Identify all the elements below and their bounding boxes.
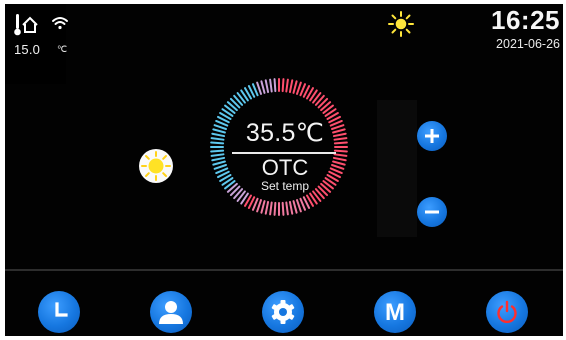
thermostat-screen: 15.0 ℃ 16:25 2021-06-26 35.5℃ OTC Set te… (5, 4, 563, 336)
user-button[interactable] (150, 291, 192, 333)
dial-tick (285, 78, 289, 93)
mode-m-label: M (385, 298, 405, 326)
dial-tick (296, 199, 302, 213)
plus-icon (425, 129, 439, 143)
outdoor-thermometer-icon (14, 14, 21, 36)
sun-mode-icon[interactable] (138, 148, 174, 184)
dial-tick (211, 156, 226, 162)
dial-tick (256, 81, 262, 95)
adjust-panel (377, 100, 417, 237)
dial-tick (333, 137, 348, 141)
status-icons (14, 14, 68, 36)
dial-tick (210, 141, 225, 145)
home-icon (22, 16, 38, 33)
dial-tick (288, 79, 294, 94)
power-button[interactable] (486, 291, 528, 333)
dial-tick (269, 78, 273, 93)
mode-button[interactable]: M (374, 291, 416, 333)
dial-tick (273, 201, 277, 216)
dial-tick (296, 81, 302, 95)
dial-tick (281, 201, 285, 216)
dial-tick (269, 201, 273, 216)
gear-icon (271, 300, 295, 324)
set-temp-label: Set temp (260, 179, 310, 193)
setpoint-value: 35.5 (245, 119, 296, 147)
mode-label: OTC (261, 155, 309, 180)
dial-tick (264, 79, 270, 94)
dial-tick (285, 201, 289, 216)
dial-divider (232, 152, 336, 154)
dial-tick (333, 153, 348, 157)
dial-tick (288, 200, 294, 215)
setpoint-display: 35.5℃ (235, 118, 335, 148)
status-panel: 15.0 ℃ (5, 4, 68, 84)
increase-temp-button[interactable] (417, 121, 447, 151)
outdoor-temperature: 15.0 (14, 42, 41, 57)
dial-tick (260, 80, 266, 94)
dial-tick (213, 164, 227, 170)
dial-tick (333, 149, 348, 153)
dial-tick (210, 137, 225, 141)
power-icon (497, 300, 517, 324)
dial-tick (212, 160, 226, 166)
dial-tick (211, 132, 226, 138)
schedule-button[interactable] (38, 291, 80, 333)
clock-date: 2021-06-26 (496, 37, 560, 51)
dial-tick (273, 78, 277, 93)
minus-icon (425, 210, 439, 214)
dial-tick (332, 132, 347, 138)
outdoor-temperature-unit: ℃ (57, 44, 68, 54)
dial-tick (210, 149, 225, 153)
dial-tick (213, 124, 227, 130)
clock-time: 16:25 (491, 5, 560, 35)
setpoint-unit: ℃ (295, 119, 325, 147)
dial-tick (256, 199, 262, 213)
dial-tick (333, 141, 348, 145)
settings-button[interactable] (262, 291, 304, 333)
user-icon (159, 301, 183, 324)
dial-tick (281, 78, 285, 93)
wifi-icon (52, 17, 68, 30)
dial-tick (332, 156, 347, 162)
dial-tick (212, 128, 226, 134)
decrease-temp-button[interactable] (417, 197, 447, 227)
clock-icon (55, 302, 68, 317)
dial-tick (292, 80, 298, 94)
dial-tick (210, 153, 225, 157)
dial-tick (264, 200, 270, 215)
sun-icon (388, 11, 414, 37)
dial-tick (292, 200, 298, 214)
dial-tick (260, 200, 266, 214)
